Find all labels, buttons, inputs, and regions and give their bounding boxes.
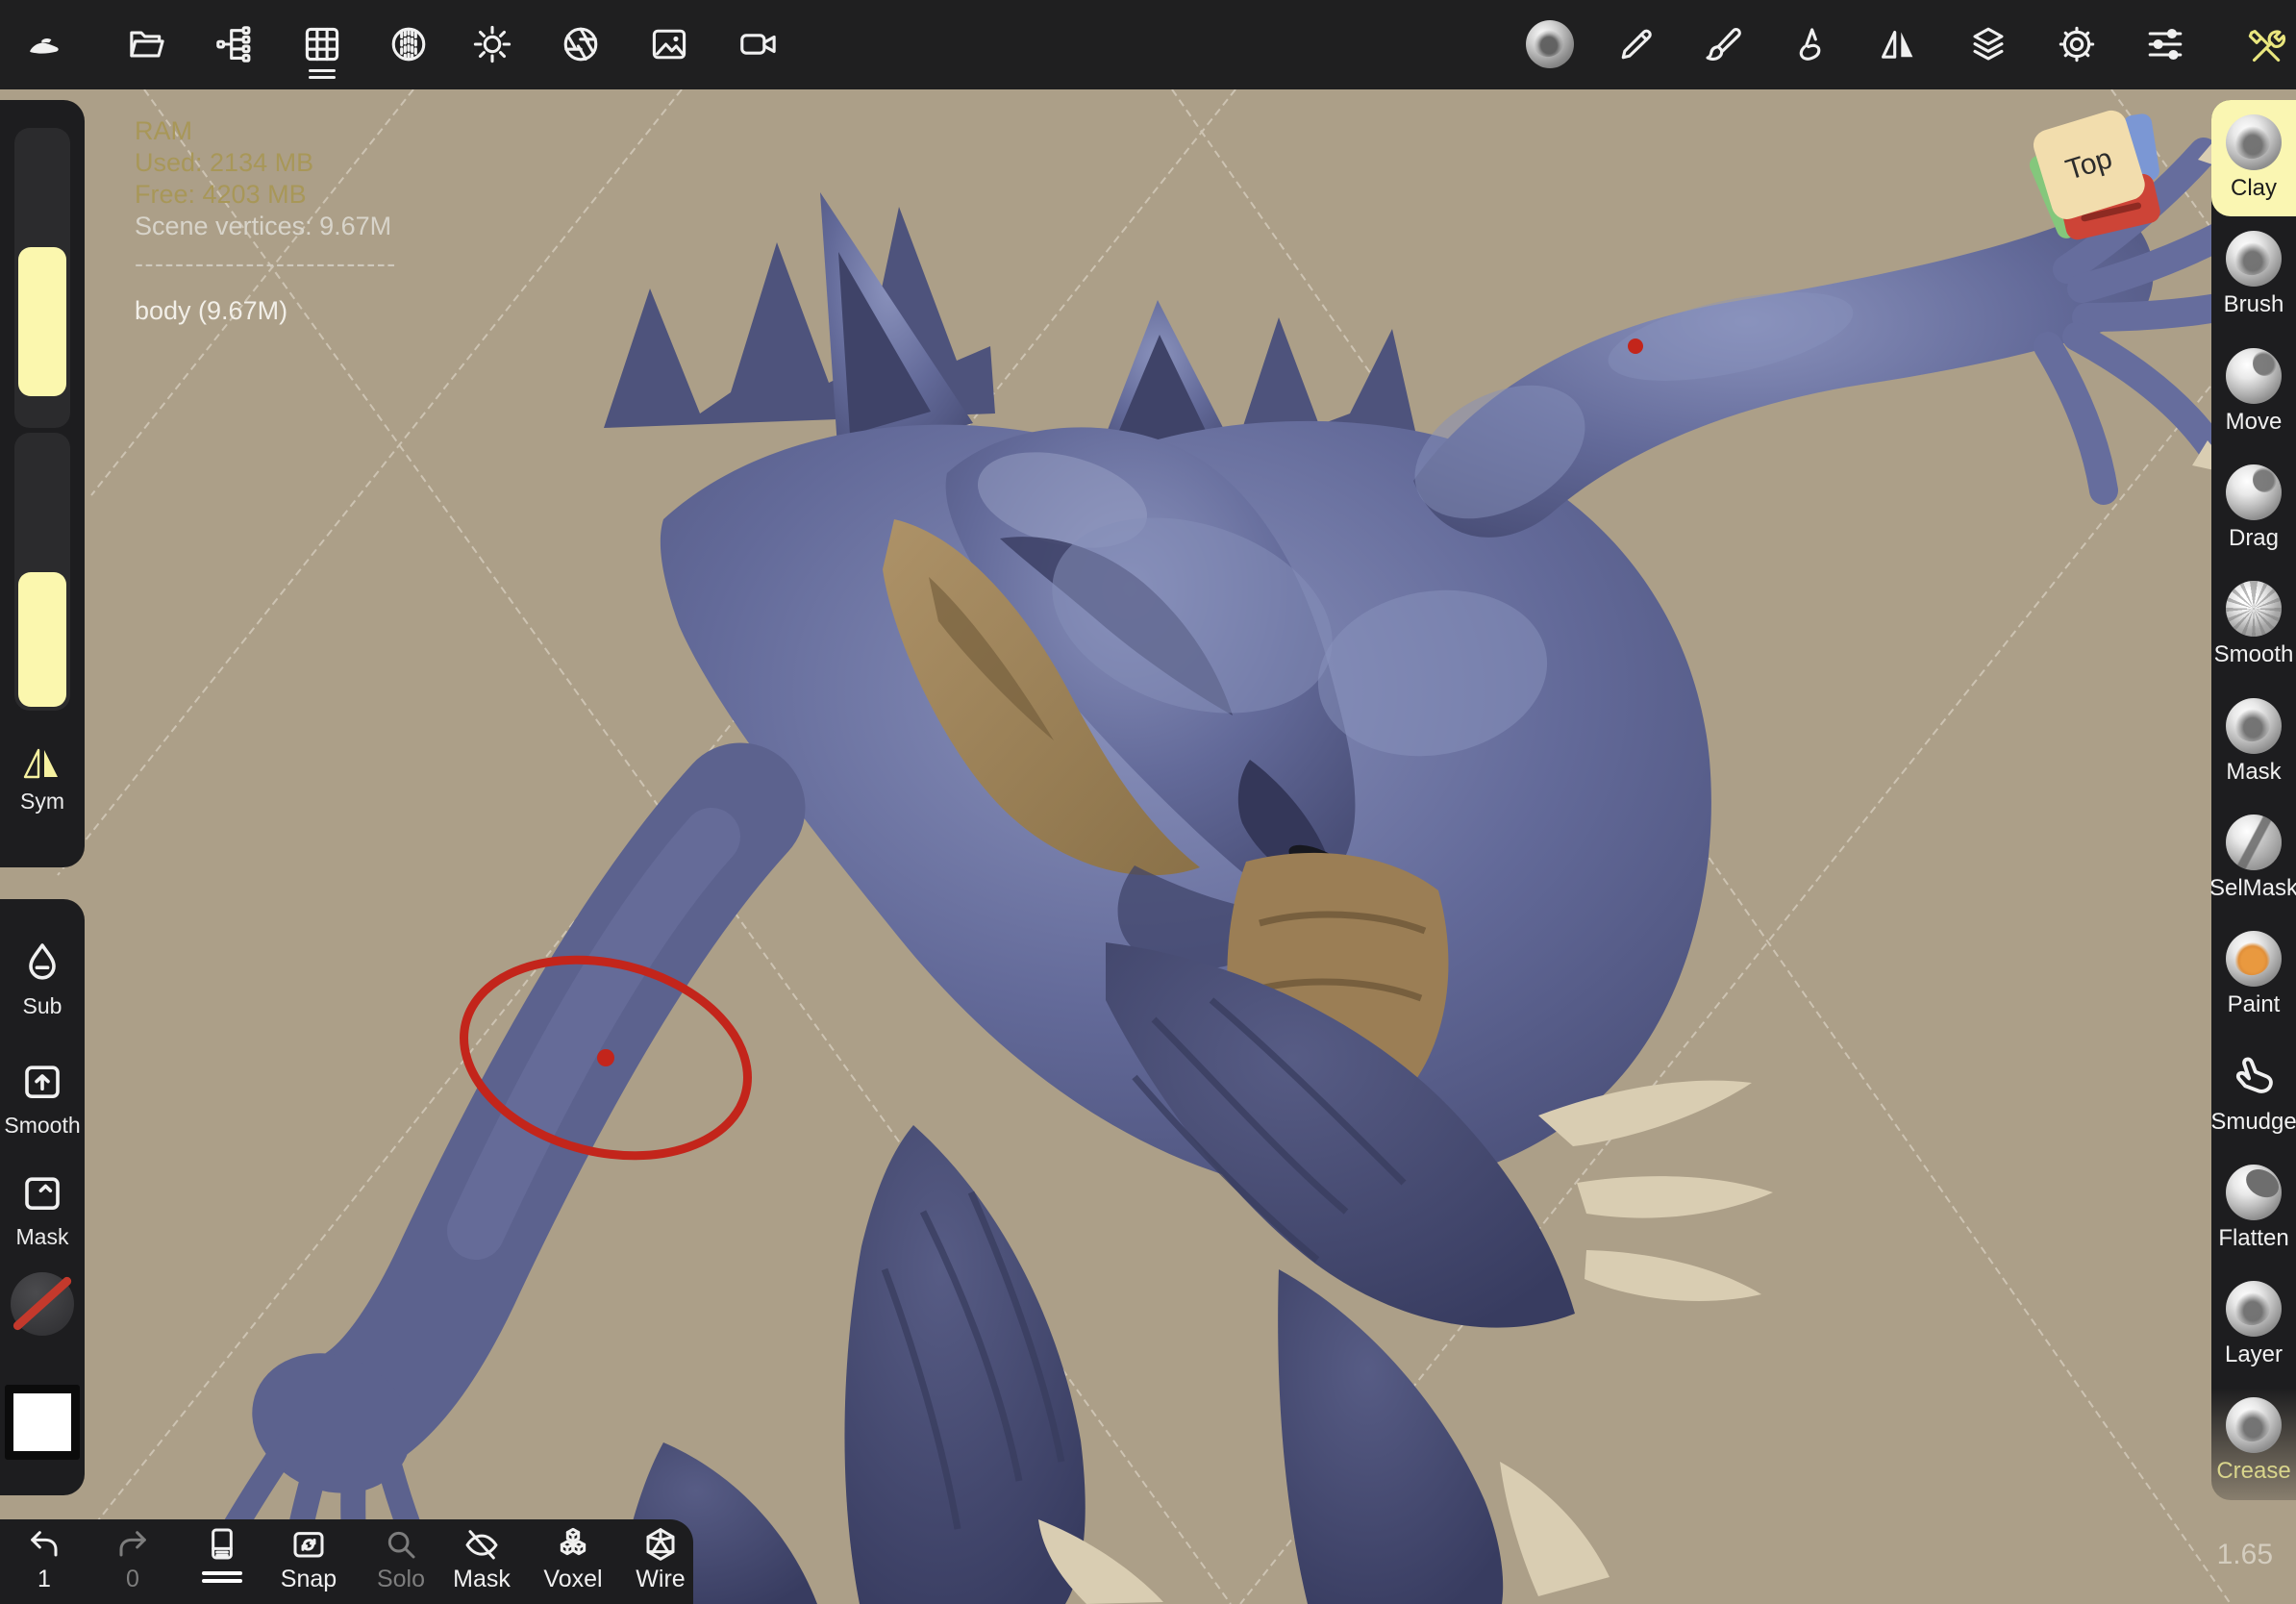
redo-button[interactable]: 0 [89, 1525, 176, 1592]
background-image-icon[interactable] [648, 23, 690, 65]
alpha-disabled-icon [11, 1272, 74, 1336]
wireframe-button[interactable]: Wire [617, 1525, 704, 1592]
stroke-pencil-icon[interactable] [1615, 23, 1658, 65]
strength-slider[interactable] [14, 433, 70, 711]
strength-slider-handle[interactable] [18, 572, 66, 707]
tool-drag[interactable]: Drag [2211, 450, 2296, 566]
nomad-logo[interactable] [24, 23, 66, 65]
tool-flatten[interactable]: Flatten [2211, 1150, 2296, 1266]
material-sphere[interactable] [1526, 20, 1574, 68]
tool-smudge[interactable]: Smudge [2210, 1033, 2296, 1149]
layer-sphere-icon [2226, 1281, 2282, 1338]
scene-graph-icon[interactable] [213, 23, 256, 65]
color-swatch-button[interactable] [0, 1385, 85, 1460]
redo-arrow-icon [119, 1531, 146, 1557]
mask-label: Mask [15, 1224, 69, 1249]
drop-minus-icon [29, 943, 56, 980]
werewolf-sculpt [201, 121, 2296, 1604]
layers-icon[interactable] [1967, 23, 2009, 65]
debug-tools-wrench-icon[interactable] [2245, 23, 2287, 65]
sculpt-viewport[interactable] [0, 0, 2296, 1604]
mask-modifier-button[interactable]: Mask [0, 1170, 85, 1250]
tool-paint[interactable]: Paint [2211, 916, 2296, 1033]
notebook-icon [212, 1528, 233, 1560]
clay-sphere-icon [2226, 114, 2282, 171]
camera-icon[interactable] [737, 23, 780, 65]
radius-slider-handle[interactable] [18, 247, 66, 396]
voxel-mode-button[interactable]: Voxel [530, 1525, 616, 1592]
left-brush-panel: Sym [0, 100, 85, 867]
lighting-sun-icon[interactable] [471, 23, 513, 65]
scale-indicator: 1.65 [2216, 1539, 2273, 1570]
snap-button[interactable]: Snap [265, 1525, 352, 1592]
alpha-falloff-button[interactable] [0, 1272, 85, 1336]
left-action-panel: Sub Smooth Mask [0, 899, 85, 1495]
right-tools-panel: Clay Brush Move Drag Smooth Mask SelMask… [2209, 100, 2296, 1500]
move-sphere-icon [2226, 347, 2282, 404]
wireframe-icon [646, 1528, 675, 1561]
arrow-up-square-icon [25, 1065, 60, 1098]
tool-selmask[interactable]: SelMask [2209, 800, 2296, 916]
solo-button[interactable]: Solo [358, 1525, 444, 1592]
tool-crease[interactable]: Crease [2211, 1383, 2296, 1499]
selmask-sphere-icon [2226, 814, 2282, 870]
tool-smooth[interactable]: Smooth [2211, 566, 2296, 683]
files-folder-icon[interactable] [126, 23, 168, 65]
paint-materials-icon[interactable] [1702, 23, 1744, 65]
paint-sphere-icon [2226, 931, 2282, 988]
sub-label: Sub [22, 993, 62, 1018]
symmetry-mirror-icon[interactable] [1877, 23, 1919, 65]
undo-arrow-icon [31, 1531, 58, 1557]
radius-slider[interactable] [14, 128, 70, 428]
brush-sphere-icon [2226, 231, 2282, 288]
sub-mode-button[interactable]: Sub [0, 940, 85, 1019]
smudge-finger-icon [2235, 1057, 2273, 1093]
postprocess-aperture-icon[interactable] [560, 23, 602, 65]
settings-gear-icon[interactable] [2056, 23, 2098, 65]
interface-sliders-icon[interactable] [2144, 23, 2186, 65]
smooth-label: Smooth [4, 1113, 81, 1138]
crease-sphere-icon [2226, 1397, 2282, 1454]
smooth-modifier-button[interactable]: Smooth [0, 1059, 85, 1139]
symmetry-triangles-icon [23, 748, 58, 779]
pressure-stylus-icon[interactable] [1789, 23, 1832, 65]
nomad-sculpt-app: RAM Used: 2134 MB Free: 4203 MB Scene ve… [0, 0, 2296, 1604]
voxel-remesh-icon[interactable] [387, 23, 430, 65]
history-panel-button[interactable] [179, 1525, 265, 1583]
bottom-toolbar: 1 0 Snap Solo Mask Voxel Wire [0, 1519, 693, 1604]
topology-grid-icon[interactable] [301, 23, 343, 65]
history-submenu-indicator [202, 1571, 242, 1583]
symmetry-label: Sym [20, 789, 64, 814]
tool-mask[interactable]: Mask [2211, 683, 2296, 799]
symmetry-toggle[interactable]: Sym [0, 746, 85, 815]
symmetry-point-dot [1628, 338, 1643, 354]
tool-brush[interactable]: Brush [2211, 216, 2296, 333]
color-swatch [5, 1385, 80, 1460]
mask-sphere-icon [2226, 697, 2282, 754]
eye-off-icon [465, 1530, 498, 1560]
mask-visibility-button[interactable]: Mask [438, 1525, 525, 1592]
caret-square-icon [25, 1177, 60, 1210]
voxel-cubes-icon [560, 1527, 586, 1556]
snap-camera-icon [293, 1532, 324, 1558]
tool-move[interactable]: Move [2211, 334, 2296, 450]
cube-top-label: Top [2061, 142, 2116, 187]
tool-clay[interactable]: Clay [2211, 100, 2296, 217]
magnifier-icon [387, 1531, 415, 1559]
top-toolbar [0, 0, 2296, 89]
smooth-sphere-icon [2226, 581, 2282, 638]
flatten-sphere-icon [2226, 1164, 2282, 1220]
tool-layer[interactable]: Layer [2211, 1266, 2296, 1383]
drag-sphere-icon [2226, 464, 2282, 521]
topology-submenu-indicator [309, 69, 336, 79]
undo-button[interactable]: 1 [1, 1525, 87, 1592]
